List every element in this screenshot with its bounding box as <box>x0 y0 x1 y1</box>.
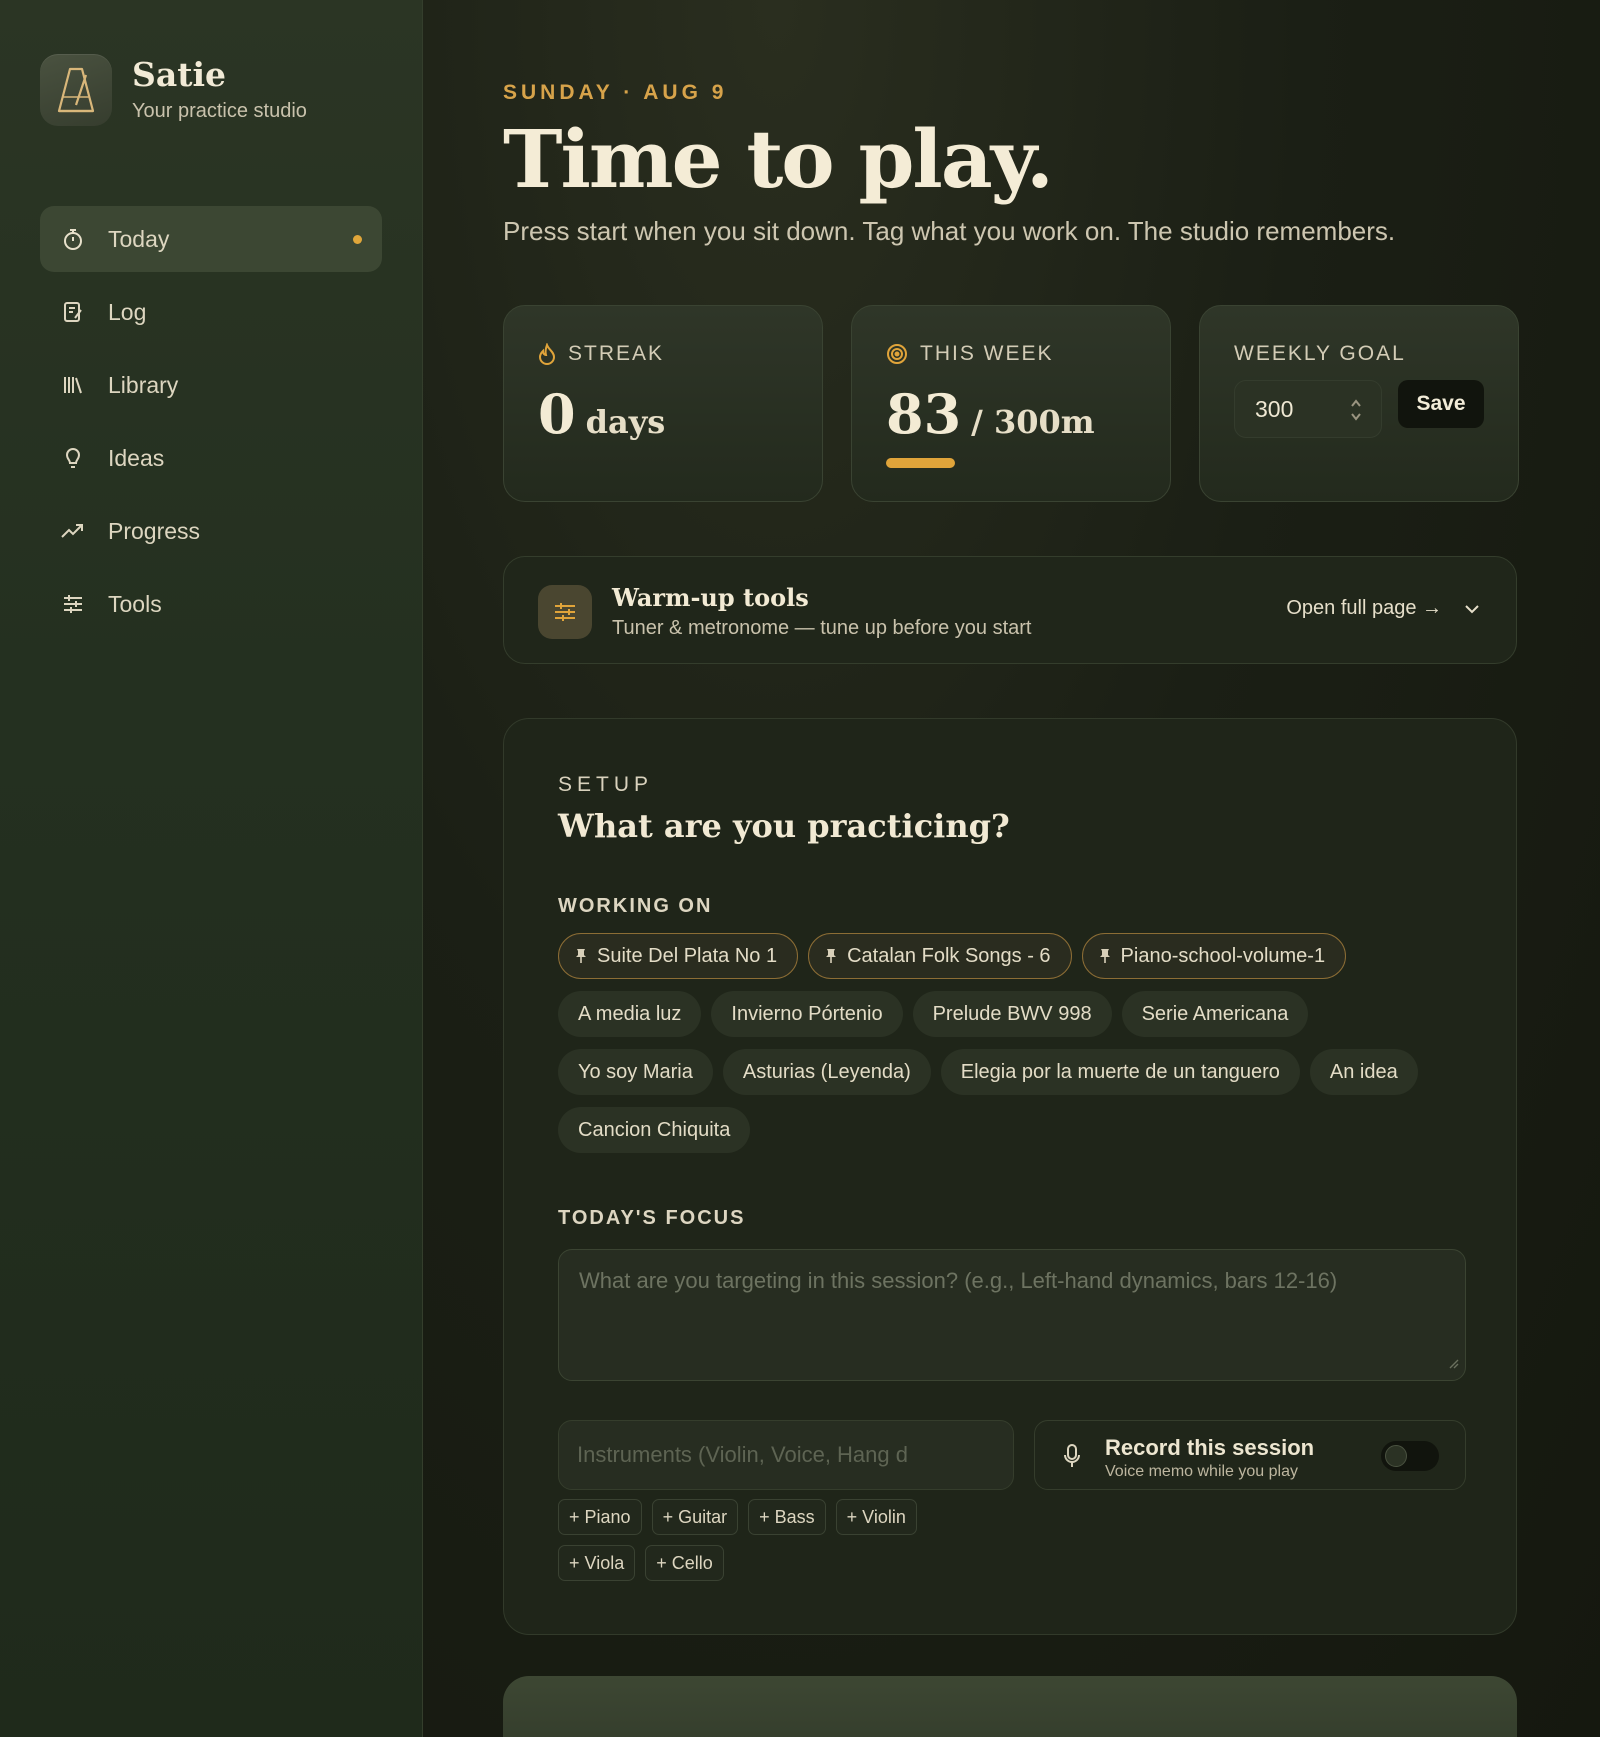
weekly-goal-card: WEEKLY GOAL 300 Save <box>1199 305 1519 502</box>
pin-icon <box>575 948 587 964</box>
page-subtitle: Press start when you sit down. Tag what … <box>503 216 1396 246</box>
pin-icon <box>825 948 837 964</box>
add-instrument-button[interactable]: + Cello <box>645 1545 724 1581</box>
setup-title: What are you practicing? <box>558 807 1010 845</box>
record-session-toggle-row[interactable]: Record this session Voice memo while you… <box>1034 1420 1466 1490</box>
brand[interactable]: Satie Your practice studio <box>40 54 307 126</box>
add-instrument-button[interactable]: + Viola <box>558 1545 636 1581</box>
streak-label: STREAK <box>568 342 665 365</box>
week-progress-fill <box>886 458 956 468</box>
sidebar-nav: Today Log Library Ideas Progress Tools <box>40 206 382 644</box>
setup-panel: SETUP What are you practicing? WORKING O… <box>503 718 1517 1635</box>
sidebar-item-ideas[interactable]: Ideas <box>40 425 382 491</box>
flame-icon <box>538 343 556 365</box>
sidebar-item-label: Progress <box>108 517 201 544</box>
brand-name: Satie <box>132 55 226 95</box>
streak-card: STREAK 0 days <box>503 305 823 502</box>
microphone-icon <box>1063 1443 1081 1474</box>
sliders-icon <box>60 591 86 617</box>
sidebar-item-label: Library <box>108 371 179 398</box>
working-on-label: WORKING ON <box>558 895 713 917</box>
setup-kicker: SETUP <box>558 773 654 796</box>
add-instrument-button[interactable]: + Violin <box>835 1499 917 1535</box>
piece-chip[interactable]: Asturias (Leyenda) <box>722 1049 931 1095</box>
date-kicker: SUNDAY · AUG 9 <box>503 81 728 104</box>
focus-textarea[interactable] <box>559 1250 1465 1380</box>
sidebar-item-log[interactable]: Log <box>40 279 382 345</box>
instruments-input[interactable] <box>559 1421 1013 1489</box>
sidebar-item-today[interactable]: Today <box>40 206 382 272</box>
lightbulb-icon <box>60 445 86 471</box>
page-title: Time to play. <box>503 112 1054 206</box>
piece-chip[interactable]: Invierno Pórtenio <box>711 991 903 1037</box>
journal-icon <box>60 299 86 325</box>
warmup-title: Warm-up tools <box>612 583 809 612</box>
this-week-card: THIS WEEK 83 / 300m <box>851 305 1171 502</box>
pinned-piece-chip[interactable]: Catalan Folk Songs - 6 <box>808 933 1072 979</box>
pin-icon <box>1099 948 1111 964</box>
sidebar-item-tools[interactable]: Tools <box>40 571 382 637</box>
week-unit: / 300m <box>971 403 1095 441</box>
piece-chip[interactable]: Cancion Chiquita <box>558 1107 751 1153</box>
piece-chip[interactable]: Yo soy Maria <box>558 1049 713 1095</box>
instruments-field[interactable] <box>558 1420 1014 1490</box>
streak-value: 0 <box>538 382 576 446</box>
week-label: THIS WEEK <box>920 342 1054 365</box>
stopwatch-icon <box>60 226 86 252</box>
add-instrument-button[interactable]: + Piano <box>558 1499 642 1535</box>
quick-instrument-buttons: + Piano + Guitar + Bass + Violin + Viola… <box>558 1499 958 1591</box>
record-title: Record this session <box>1105 1435 1315 1460</box>
goal-value: 300 <box>1255 395 1294 422</box>
sliders-icon <box>538 585 592 639</box>
warmup-subtitle: Tuner & metronome — tune up before you s… <box>612 617 1032 639</box>
next-card-peek <box>503 1676 1517 1737</box>
streak-unit: days <box>585 403 666 441</box>
target-icon <box>886 343 908 365</box>
week-progress-bar <box>886 458 956 468</box>
weekly-goal-input[interactable]: 300 <box>1234 380 1382 438</box>
brand-tagline: Your practice studio <box>132 99 307 122</box>
trend-icon <box>60 518 86 544</box>
piece-chip[interactable]: An idea <box>1309 1049 1418 1095</box>
pinned-piece-chip[interactable]: Suite Del Plata No 1 <box>558 933 799 979</box>
metronome-icon <box>40 54 112 126</box>
sidebar: Satie Your practice studio Today Log Lib… <box>0 0 423 1737</box>
resize-grip-icon[interactable] <box>1447 1356 1459 1374</box>
open-full-page-link[interactable]: Open full page → <box>1286 597 1442 620</box>
add-instrument-button[interactable]: + Bass <box>748 1499 826 1535</box>
stepper-icon[interactable] <box>1349 397 1363 429</box>
sidebar-item-label: Ideas <box>108 444 165 471</box>
goal-label: WEEKLY GOAL <box>1234 342 1406 365</box>
piece-chip[interactable]: Serie Americana <box>1121 991 1309 1037</box>
piece-chips: Suite Del Plata No 1 Catalan Folk Songs … <box>558 933 1478 1165</box>
save-goal-button[interactable]: Save <box>1398 380 1484 428</box>
chevron-down-icon[interactable] <box>1462 599 1482 624</box>
toggle-knob <box>1385 1445 1407 1467</box>
record-subtitle: Voice memo while you play <box>1105 1463 1298 1480</box>
sidebar-item-label: Today <box>108 225 170 252</box>
sidebar-item-label: Tools <box>108 590 162 617</box>
piece-chip[interactable]: A media luz <box>558 991 702 1037</box>
sidebar-item-label: Log <box>108 298 147 325</box>
active-indicator-dot <box>353 234 362 244</box>
todays-focus-label: TODAY'S FOCUS <box>558 1207 746 1229</box>
add-instrument-button[interactable]: + Guitar <box>651 1499 739 1535</box>
piece-chip[interactable]: Elegia por la muerte de un tanguero <box>940 1049 1300 1095</box>
piece-chip[interactable]: Prelude BWV 998 <box>912 991 1112 1037</box>
sidebar-item-progress[interactable]: Progress <box>40 498 382 564</box>
library-icon <box>60 372 86 398</box>
record-toggle-switch[interactable] <box>1381 1441 1439 1471</box>
pinned-piece-chip[interactable]: Piano-school-volume-1 <box>1081 933 1347 979</box>
sidebar-item-library[interactable]: Library <box>40 352 382 418</box>
main-content: SUNDAY · AUG 9 Time to play. Press start… <box>423 0 1600 1737</box>
warmup-tools-panel[interactable]: Warm-up tools Tuner & metronome — tune u… <box>503 556 1517 664</box>
focus-field[interactable] <box>558 1249 1466 1381</box>
week-value: 83 <box>886 382 962 446</box>
